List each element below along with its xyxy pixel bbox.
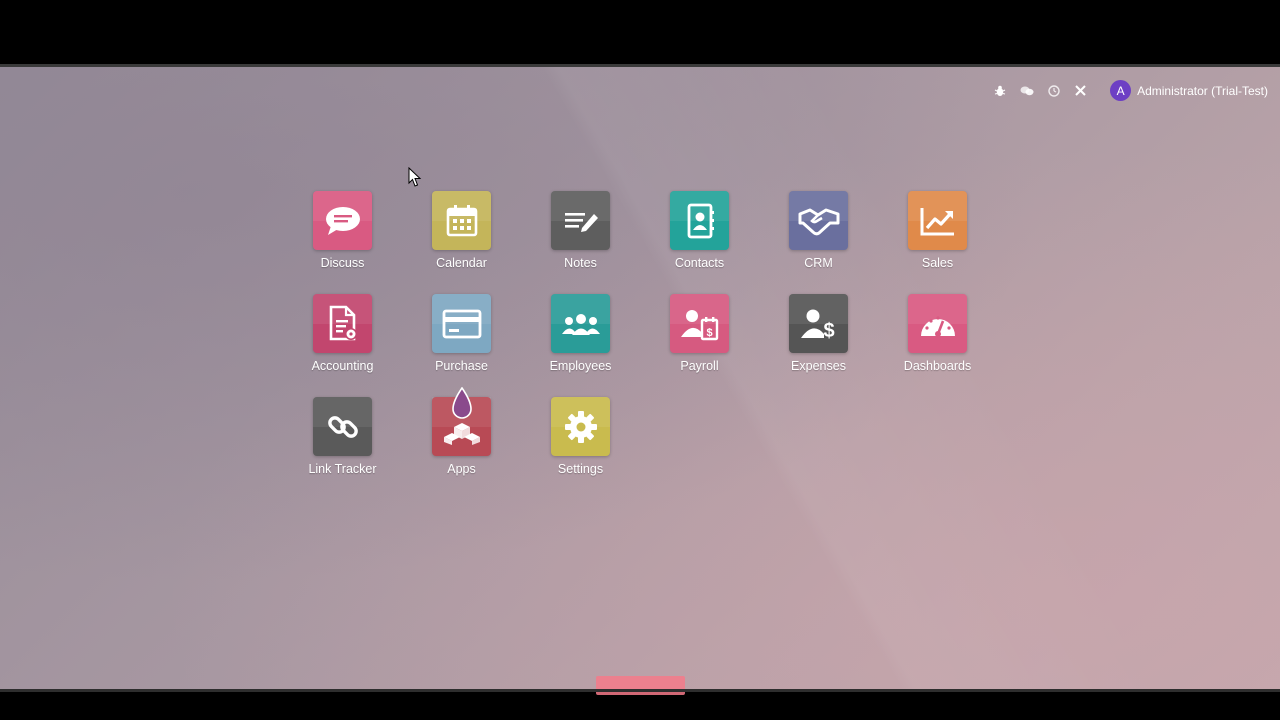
app-label: Sales <box>921 256 954 270</box>
app-label: Dashboards <box>903 359 972 373</box>
bug-icon[interactable] <box>986 81 1013 101</box>
app-contacts[interactable]: Contacts <box>640 191 759 294</box>
app-accounting[interactable]: Accounting <box>283 294 402 397</box>
loading-indicator <box>596 676 685 695</box>
close-icon[interactable] <box>1067 81 1094 101</box>
expenses-icon: $ <box>789 294 848 353</box>
app-label: Contacts <box>674 256 725 270</box>
systray: A Administrator (Trial-Test) <box>986 80 1268 101</box>
app-employees[interactable]: Employees <box>521 294 640 397</box>
app-label: Settings <box>557 462 604 476</box>
avatar: A <box>1110 80 1132 101</box>
contacts-icon <box>670 191 729 250</box>
app-apps[interactable]: Apps <box>402 387 521 500</box>
app-label: Expenses <box>791 359 846 373</box>
gauge-icon <box>908 294 967 353</box>
user-name: Administrator (Trial-Test) <box>1137 83 1268 98</box>
notes-icon <box>551 191 610 250</box>
app-label: Notes <box>564 256 597 270</box>
home-menu: A Administrator (Trial-Test) Discuss Cal… <box>0 64 1280 695</box>
sales-chart-icon <box>908 191 967 250</box>
app-sales[interactable]: Sales <box>878 191 997 294</box>
payroll-icon: $ <box>670 294 729 353</box>
app-label: Calendar <box>436 256 487 270</box>
svg-text:$: $ <box>706 327 712 339</box>
clock-icon[interactable] <box>1040 81 1067 101</box>
app-label: Employees <box>549 359 612 373</box>
handshake-icon <box>789 191 848 250</box>
user-menu[interactable]: A Administrator (Trial-Test) <box>1110 80 1268 101</box>
app-label: Apps <box>447 462 476 476</box>
app-crm[interactable]: CRM <box>759 191 878 294</box>
mouse-cursor-icon <box>408 167 422 187</box>
employees-icon <box>551 294 610 353</box>
link-icon <box>313 397 372 456</box>
credit-card-icon <box>432 294 491 353</box>
discuss-icon <box>313 191 372 250</box>
app-settings[interactable]: Settings <box>521 397 640 500</box>
svg-text:$: $ <box>823 320 834 341</box>
gear-icon <box>551 397 610 456</box>
app-payroll[interactable]: $ Payroll <box>640 294 759 397</box>
app-dashboards[interactable]: Dashboards <box>878 294 997 397</box>
app-discuss[interactable]: Discuss <box>283 191 402 294</box>
accounting-doc-icon <box>313 294 372 353</box>
app-label: Accounting <box>311 359 374 373</box>
chat-icon[interactable] <box>1013 81 1040 101</box>
app-label: Discuss <box>320 256 365 270</box>
apps-grid: Discuss Calendar Notes Contacts CRM Sale… <box>283 191 997 500</box>
app-expenses[interactable]: $ Expenses <box>759 294 878 397</box>
app-link-tracker[interactable]: Link Tracker <box>283 397 402 500</box>
app-label: Link Tracker <box>308 462 377 476</box>
app-label: CRM <box>804 256 833 270</box>
app-purchase[interactable]: Purchase <box>402 294 521 397</box>
app-calendar[interactable]: Calendar <box>402 191 521 294</box>
calendar-icon <box>432 191 491 250</box>
app-label: Purchase <box>435 359 488 373</box>
app-label: Payroll <box>680 359 719 373</box>
app-notes[interactable]: Notes <box>521 191 640 294</box>
